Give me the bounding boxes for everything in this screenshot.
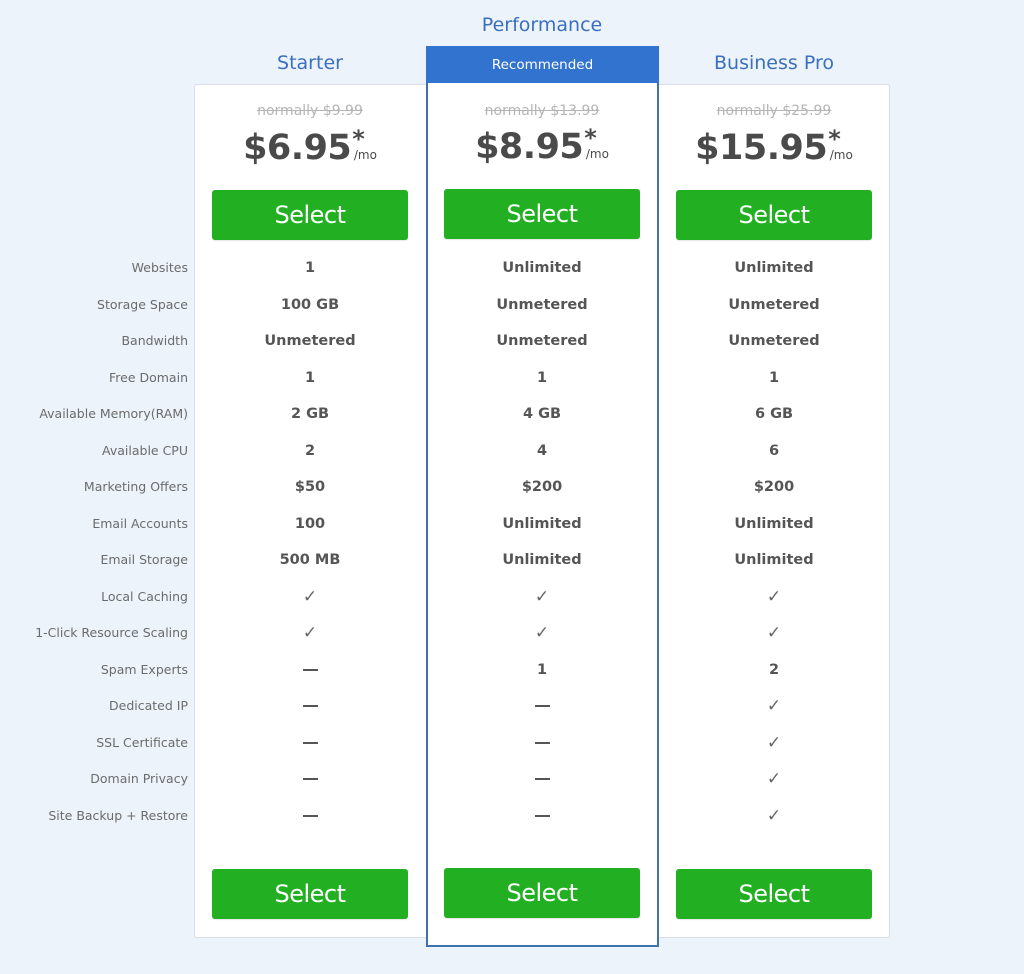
select-button-business-pro-bottom[interactable]: Select bbox=[676, 869, 872, 919]
feature-label: Bandwidth bbox=[121, 333, 188, 348]
feature-label: Site Backup + Restore bbox=[48, 807, 188, 823]
plan-title-performance: Performance bbox=[481, 14, 603, 36]
feature-value: Unlimited bbox=[502, 552, 582, 568]
feature-value: 2 GB bbox=[290, 406, 330, 422]
dash-icon bbox=[194, 733, 426, 753]
feature-value: Unlimited bbox=[734, 515, 814, 532]
feature-label: Available Memory(RAM) bbox=[39, 406, 188, 421]
price-amount: $6.95 bbox=[243, 128, 352, 168]
feature-value: $50 bbox=[294, 479, 326, 495]
feature-value: Unmetered bbox=[264, 333, 356, 349]
feature-value: 500 MB bbox=[279, 552, 341, 568]
dash-icon bbox=[426, 769, 658, 789]
select-button-starter-top[interactable]: Select bbox=[212, 190, 408, 240]
feature-label: Marketing Offers bbox=[83, 479, 188, 494]
dash-icon bbox=[426, 696, 658, 716]
feature-value: 4 GB bbox=[522, 406, 562, 422]
dash-icon bbox=[194, 696, 426, 716]
regular-price: normally $25.99 bbox=[716, 103, 832, 119]
price-period: /mo bbox=[829, 148, 853, 162]
recommended-badge: Recommended bbox=[426, 46, 659, 83]
feature-value: Unlimited bbox=[734, 260, 814, 276]
check-icon: ✓ bbox=[766, 769, 782, 789]
regular-price: normally $9.99 bbox=[257, 103, 363, 119]
dash-icon bbox=[194, 769, 426, 789]
dash-icon bbox=[194, 806, 426, 826]
price-amount: $8.95 bbox=[475, 127, 584, 167]
price-period: /mo bbox=[585, 147, 609, 161]
feature-label: Websites bbox=[131, 260, 188, 275]
feature-label: Local Caching bbox=[101, 588, 188, 604]
feature-label: Domain Privacy bbox=[90, 771, 188, 786]
plan-title-starter: Starter bbox=[277, 52, 343, 74]
dash-icon bbox=[426, 806, 658, 826]
feature-value: Unmetered bbox=[728, 333, 820, 349]
feature-label: 1-Click Resource Scaling bbox=[35, 625, 188, 640]
feature-value: $200 bbox=[521, 479, 563, 495]
feature-label: Email Accounts bbox=[92, 515, 188, 531]
select-button-business-pro-top[interactable]: Select bbox=[676, 190, 872, 240]
sale-price: $8.95*/mo bbox=[426, 124, 658, 167]
feature-value: 1 bbox=[536, 661, 548, 678]
dash-icon bbox=[194, 660, 426, 680]
feature-value: 1 bbox=[304, 369, 316, 386]
feature-label: Available CPU bbox=[102, 442, 188, 458]
feature-value: 6 GB bbox=[754, 406, 794, 422]
check-icon: ✓ bbox=[534, 586, 550, 607]
regular-price: normally $13.99 bbox=[484, 103, 600, 119]
feature-value: 4 bbox=[536, 442, 548, 459]
feature-value: 1 bbox=[304, 260, 316, 276]
dash-icon bbox=[426, 733, 658, 753]
select-button-starter-bottom[interactable]: Select bbox=[212, 869, 408, 919]
feature-label: SSL Certificate bbox=[96, 734, 188, 750]
feature-value: 100 bbox=[294, 515, 326, 532]
feature-value: 1 bbox=[768, 369, 780, 386]
check-icon: ✓ bbox=[766, 696, 782, 716]
select-button-performance-top[interactable]: Select bbox=[444, 189, 640, 239]
feature-value: 2 bbox=[304, 442, 316, 459]
feature-label: Storage Space bbox=[97, 296, 188, 312]
feature-label: Spam Experts bbox=[100, 661, 188, 677]
sale-price: $6.95*/mo bbox=[194, 125, 426, 168]
sale-price: $15.95*/mo bbox=[658, 125, 890, 168]
feature-value: Unlimited bbox=[502, 515, 582, 532]
feature-value: Unlimited bbox=[734, 552, 814, 568]
feature-value: Unmetered bbox=[496, 296, 588, 313]
plan-title-business-pro: Business Pro bbox=[714, 52, 834, 74]
feature-value: 100 GB bbox=[280, 296, 340, 313]
check-icon: ✓ bbox=[766, 623, 782, 643]
check-icon: ✓ bbox=[534, 623, 550, 643]
check-icon: ✓ bbox=[766, 586, 782, 607]
check-icon: ✓ bbox=[766, 732, 782, 753]
select-button-performance-bottom[interactable]: Select bbox=[444, 868, 640, 918]
feature-label: Email Storage bbox=[100, 552, 188, 567]
feature-value: $200 bbox=[753, 479, 795, 495]
check-icon: ✓ bbox=[302, 623, 318, 643]
feature-value: 6 bbox=[768, 442, 780, 459]
feature-value: Unmetered bbox=[728, 296, 820, 313]
feature-value: 1 bbox=[536, 369, 548, 386]
feature-value: 2 bbox=[768, 661, 780, 678]
price-period: /mo bbox=[353, 148, 377, 162]
feature-value: Unmetered bbox=[496, 333, 588, 349]
feature-label: Dedicated IP bbox=[109, 698, 188, 713]
check-icon: ✓ bbox=[302, 586, 318, 607]
check-icon: ✓ bbox=[766, 805, 782, 826]
feature-label: Free Domain bbox=[108, 369, 188, 385]
price-amount: $15.95 bbox=[695, 128, 828, 168]
feature-value: Unlimited bbox=[502, 260, 582, 276]
